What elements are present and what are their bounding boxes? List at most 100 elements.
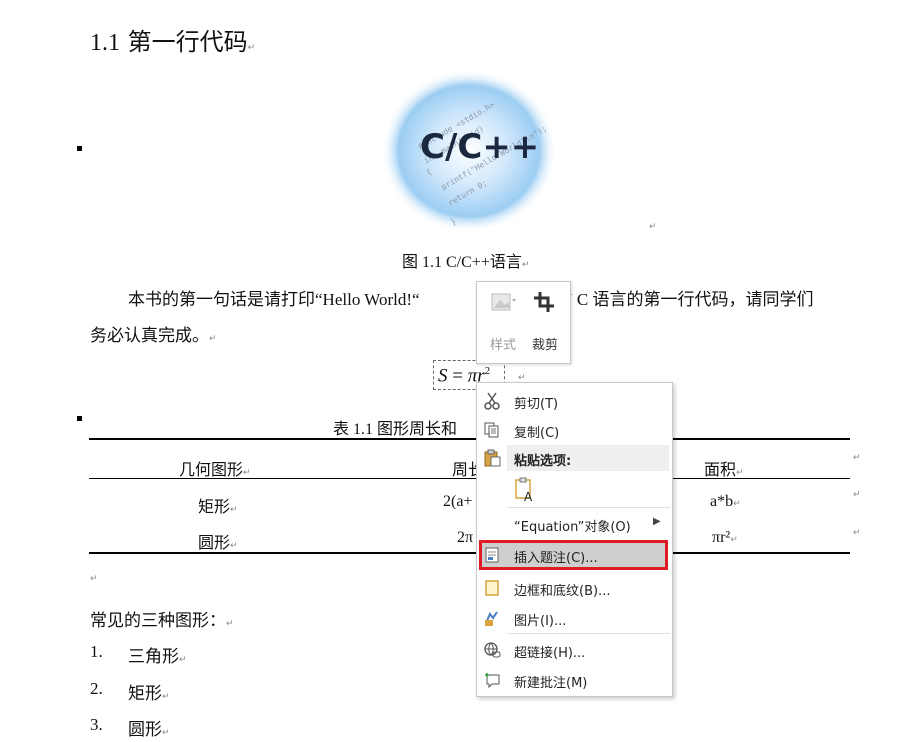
menu-item-label: 图片(I)... xyxy=(514,614,567,629)
cell-mark: ↵ xyxy=(733,499,741,509)
paste-options-label: 粘贴选项: xyxy=(514,454,572,469)
row-end-mark: ↵ xyxy=(853,453,861,463)
menu-item-label: 插入题注(C)... xyxy=(514,551,598,566)
paragraph-mark: ↵ xyxy=(247,43,256,53)
paragraph-mark: ↵ xyxy=(90,574,98,584)
picture-style-icon xyxy=(483,290,523,318)
menu-item-hyperlink[interactable]: 超链接(H)... xyxy=(477,636,672,664)
paragraph-mark: ↵ xyxy=(649,222,657,232)
table-cell-text: 矩形 xyxy=(198,499,231,516)
paragraph-line-2-text: 务必认真完成。 xyxy=(90,326,209,345)
paragraph-line-2: 务必认真完成。↵ xyxy=(90,321,217,346)
cpp-logo-image[interactable]: #include <stdio.h> int main(void) { prin… xyxy=(380,68,558,234)
menu-item-label: 复制(C) xyxy=(514,426,560,441)
menu-separator xyxy=(507,633,670,634)
copy-icon xyxy=(483,421,501,439)
list-item-number: 2. xyxy=(90,679,103,698)
heading-number: 1.1 xyxy=(90,30,120,56)
row-end-mark: ↵ xyxy=(853,528,861,538)
row-end-mark: ↵ xyxy=(853,490,861,500)
table-cell: 矩形↵ xyxy=(198,493,238,517)
table-header-cell: 几何图形↵ xyxy=(179,456,251,480)
menu-item-insert-caption[interactable]: 插入题注(C)... xyxy=(477,541,672,569)
table-header-text: 几何图形 xyxy=(179,462,244,479)
cell-mark: ↵ xyxy=(730,535,738,545)
list-item-text: 圆形↵ xyxy=(128,720,170,739)
equation-exponent: 2 xyxy=(484,365,491,377)
menu-item-label: 新建批注(M) xyxy=(514,676,588,691)
menu-item-picture[interactable]: 图片(I)... xyxy=(477,604,672,632)
cell-mark: ↵ xyxy=(243,468,251,478)
list-item: 2. 矩形↵ xyxy=(90,679,170,703)
paste-keep-source-button[interactable]: A xyxy=(514,477,538,504)
menu-item-new-comment[interactable]: 新建批注(M) xyxy=(477,666,672,694)
table-cell: a*b↵ xyxy=(710,493,741,511)
table-cell: πr²↵ xyxy=(712,529,738,547)
crop-icon xyxy=(525,290,565,318)
crop-button-label: 裁剪 xyxy=(531,338,558,353)
table-cell: 2π xyxy=(457,529,474,546)
comment-icon xyxy=(483,671,501,689)
submenu-arrow-icon: ▶ xyxy=(653,516,661,527)
paragraph-line-1-right: J C 语言的第一行代码，请同学们 xyxy=(566,285,813,310)
table-caption: 表 1.1 图形周长和 xyxy=(333,421,458,438)
section-heading: 1.1 第一行代码↵ xyxy=(90,22,255,57)
menu-item-cut[interactable]: 剪切(T) xyxy=(477,387,672,415)
svg-text:A: A xyxy=(524,490,533,503)
clipboard-icon xyxy=(483,449,501,467)
paragraph-mark: ↵ xyxy=(226,619,234,629)
cell-mark: ↵ xyxy=(230,505,238,515)
table-cell: 圆形↵ xyxy=(198,529,238,553)
table-top-rule xyxy=(89,438,850,440)
object-anchor-marker[interactable] xyxy=(77,146,82,151)
crop-button[interactable]: 裁剪 xyxy=(525,288,565,356)
menu-item-label: “Equation”对象(O) xyxy=(514,520,631,535)
list-item-number: 1. xyxy=(90,642,103,661)
paragraph-mark: ↵ xyxy=(209,334,217,344)
menu-separator xyxy=(507,507,670,508)
menu-item-equation-object[interactable]: “Equation”对象(O) ▶ xyxy=(477,510,672,538)
globe-link-icon xyxy=(483,641,501,659)
paragraph-line-1-left: 本书的第一句话是请打印“Hello World!“ xyxy=(128,290,420,309)
insert-caption-icon xyxy=(483,546,501,564)
equation-equals: = xyxy=(452,365,463,387)
style-button-label: 样式 xyxy=(489,338,516,353)
heading-title: 第一行代码 xyxy=(127,28,248,56)
table-cell-text: a*b xyxy=(710,493,734,510)
paragraph-line-1-right-text: C 语言的第一行代码，请同学们 xyxy=(576,290,814,309)
list-intro: 常见的三种图形：↵ xyxy=(90,606,234,631)
context-menu: 剪切(T) 复制(C) 粘贴选项: A “Equation”对象(O) ▶ 插入… xyxy=(476,382,673,697)
menu-item-copy[interactable]: 复制(C) xyxy=(477,416,672,444)
list-item: 3. 圆形↵ xyxy=(90,715,170,739)
mini-toolbar: 样式 裁剪 xyxy=(476,281,571,364)
menu-item-label: 边框和底纹(B)... xyxy=(514,584,611,599)
paste-picture-icon: A xyxy=(515,477,533,504)
menu-item-borders-shading[interactable]: 边框和底纹(B)... xyxy=(477,574,672,602)
cpp-logo-text: C/C++ xyxy=(420,127,539,167)
table-cell-text: πr² xyxy=(712,529,731,546)
table-header-text: 面积 xyxy=(704,462,737,479)
cell-mark: ↵ xyxy=(736,468,744,478)
paragraph-mark: ↵ xyxy=(521,260,530,270)
table-cell-text: 圆形 xyxy=(198,535,231,552)
list-item-text: 三角形↵ xyxy=(128,647,187,666)
cell-mark: ↵ xyxy=(230,541,238,551)
object-anchor-marker[interactable] xyxy=(77,416,82,421)
table-cell: 2(a+ xyxy=(443,493,473,510)
scissors-icon xyxy=(483,392,501,410)
list-item: 1. 三角形↵ xyxy=(90,642,187,666)
style-button[interactable]: 样式 xyxy=(483,288,523,356)
list-intro-text: 常见的三种图形： xyxy=(90,611,226,630)
format-picture-icon xyxy=(483,609,501,627)
figure-caption: 图 1.1 C/C++语言↵ xyxy=(402,248,529,272)
table-header-cell: 面积↵ xyxy=(704,456,744,480)
list-item-number: 3. xyxy=(90,715,103,734)
figure-caption-text: 图 1.1 C/C++语言 xyxy=(402,254,522,271)
borders-icon xyxy=(483,579,501,597)
menu-item-label: 超链接(H)... xyxy=(514,646,586,661)
cpp-logo-graphic: #include <stdio.h> int main(void) { prin… xyxy=(381,69,557,233)
equation-var-s: S xyxy=(438,365,448,387)
paste-options-group: 粘贴选项: xyxy=(477,444,672,472)
menu-item-label: 剪切(T) xyxy=(514,397,559,412)
list-item-text: 矩形↵ xyxy=(128,684,170,703)
